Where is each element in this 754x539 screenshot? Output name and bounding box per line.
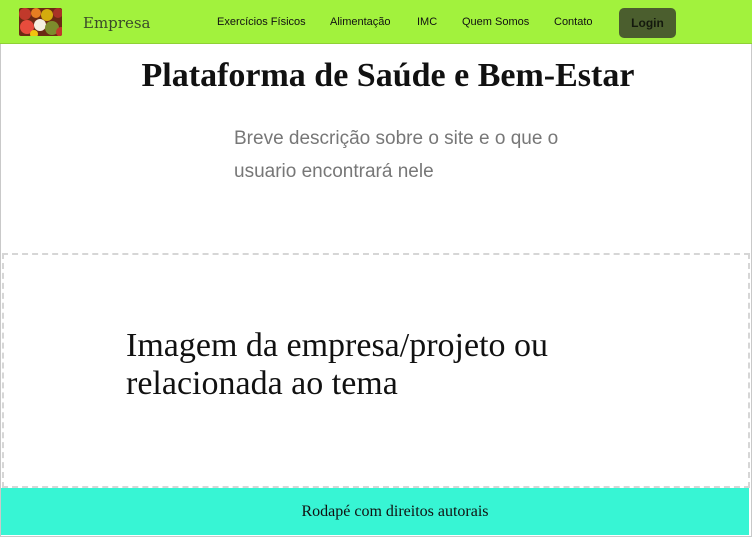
image-placeholder: Imagem da empresa/projeto ou relacionada… (2, 253, 750, 488)
nav-link-alimentacao[interactable]: Alimentação (330, 16, 391, 28)
food-logo-icon (19, 8, 62, 36)
nav-link-contato[interactable]: Contato (554, 16, 593, 28)
hero-description: Breve descrição sobre o site e o que o u… (234, 128, 559, 182)
logo-image[interactable] (19, 8, 62, 36)
page-title: Plataforma de Saúde e Bem-Estar (141, 57, 635, 94)
footer: Rodapé com direitos autorais (1, 488, 749, 535)
nav-link-exercicios[interactable]: Exercícios Físicos (217, 16, 306, 28)
navbar: Empresa Exercícios Físicos Alimentação I… (0, 0, 752, 44)
footer-text: Rodapé com direitos autorais (301, 502, 489, 520)
image-placeholder-text: Imagem da empresa/projeto ou relacionada… (126, 327, 549, 402)
login-button[interactable]: Login (619, 8, 676, 38)
nav-link-quem-somos[interactable]: Quem Somos (462, 16, 529, 28)
brand-name[interactable]: Empresa (83, 14, 150, 32)
nav-link-imc[interactable]: IMC (417, 16, 437, 28)
